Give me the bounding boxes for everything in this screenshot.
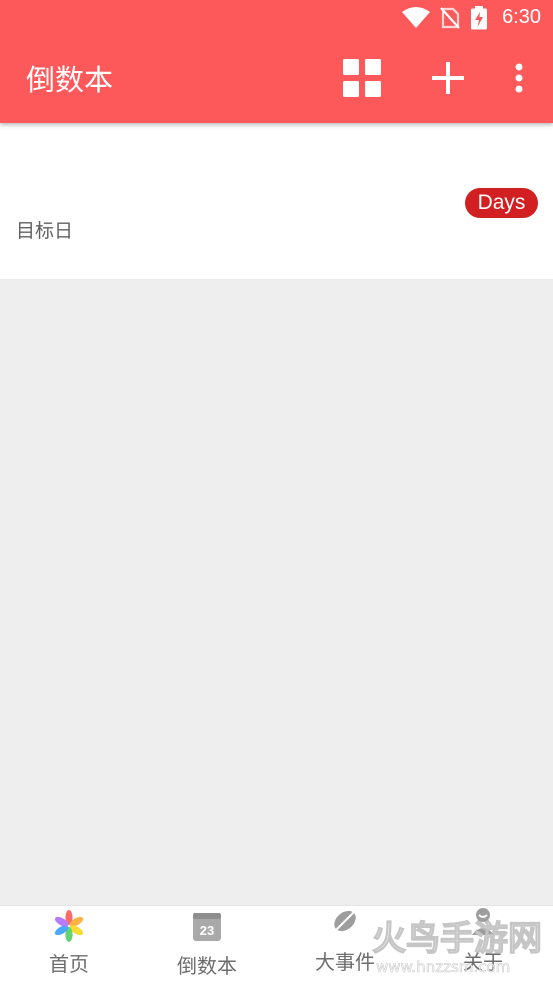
leaf-icon <box>331 907 359 939</box>
add-button[interactable] <box>426 58 470 102</box>
days-badge: Days <box>465 188 538 218</box>
status-bar: 6:30 <box>0 0 553 36</box>
no-sim-icon <box>439 6 461 34</box>
pinwheel-icon <box>53 910 85 946</box>
watermark-url: www.hnzzsm.com <box>376 958 510 976</box>
wifi-icon <box>401 6 431 34</box>
nav-label-countdown: 倒数本 <box>177 954 237 978</box>
nav-item-countdown[interactable]: 23 倒数本 <box>138 906 276 984</box>
grid-view-icon <box>343 59 381 101</box>
watermark-text: 火鸟手游网 <box>372 919 542 959</box>
page-title: 倒数本 <box>26 63 114 97</box>
grid-view-button[interactable] <box>340 58 384 102</box>
status-time: 6:30 <box>502 6 541 28</box>
battery-charging-icon <box>470 6 488 34</box>
calendar-icon-number: 23 <box>200 923 214 938</box>
nav-item-home[interactable]: 首页 <box>0 906 138 984</box>
event-label: 目标日 <box>16 220 74 242</box>
add-icon <box>432 62 464 98</box>
nav-label-home: 首页 <box>49 952 89 976</box>
more-vert-icon <box>514 63 524 97</box>
watermark: 火鸟手游网 www.hnzzsm.com <box>371 916 544 976</box>
more-options-button[interactable] <box>497 58 541 102</box>
app-bar: 6:30 倒数本 <box>0 0 553 123</box>
calendar-23-icon: 23 <box>193 911 221 945</box>
